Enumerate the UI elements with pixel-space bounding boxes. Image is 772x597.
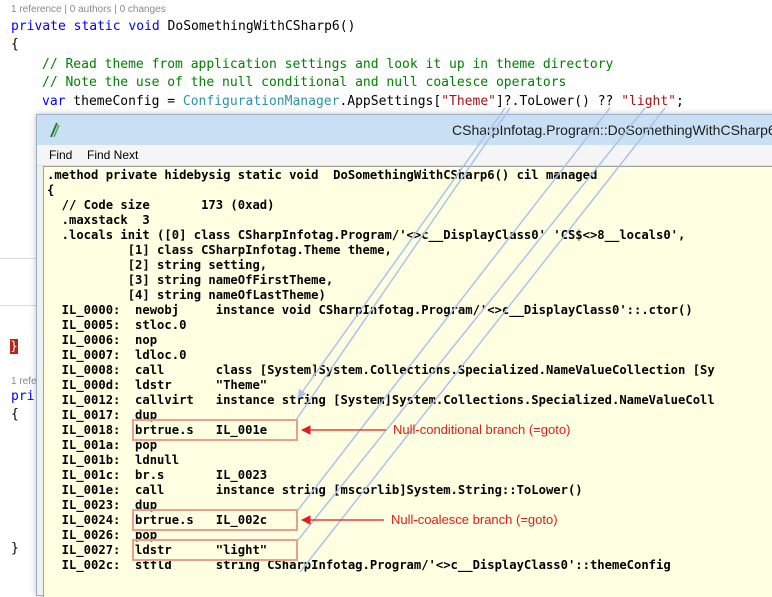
signature-token: static: [73, 19, 121, 34]
var-line-token: ]?.ToLower() ??: [495, 94, 622, 109]
il-code-line: [1] class CSharpInfotag.Theme theme,: [47, 243, 392, 257]
var-theme-config-line: var themeConfig = ConfigurationManager.A…: [42, 93, 684, 111]
method-signature-line: private static void DoSomethingWithCShar…: [11, 18, 355, 36]
il-code-line: IL_0007: ldloc.0: [47, 348, 187, 362]
il-code-pane[interactable]: .method private hidebysig static void Do…: [43, 166, 772, 597]
il-code-line: IL_0000: newobj instance void CSharpInfo…: [47, 303, 693, 317]
signature-token: private: [11, 19, 66, 34]
final-close-brace: }: [11, 541, 19, 556]
ildasm-icon: [50, 122, 60, 138]
signature-token: [66, 19, 74, 34]
menu-bar: Find Find Next: [37, 145, 772, 166]
il-code-line: IL_0008: call class [System]System.Colle…: [47, 363, 715, 377]
var-line-token: themeConfig =: [65, 94, 183, 109]
il-code-line: [4] string nameOfLastTheme): [47, 288, 326, 302]
il-code-line: .method private hidebysig static void Do…: [47, 168, 598, 182]
var-line-token: .AppSettings[: [339, 94, 442, 109]
highlight-ldstr-light: [132, 539, 298, 561]
codelens-references[interactable]: 1 reference | 0 authors | 0 changes: [11, 4, 166, 15]
il-code-line: IL_0005: stloc.0: [47, 318, 187, 332]
highlight-brtrue-001e: [132, 419, 298, 441]
il-code-line: IL_0006: nop: [47, 333, 158, 347]
label-null-conditional: Null-conditional branch (=goto): [393, 422, 571, 437]
menu-find[interactable]: Find: [49, 148, 72, 162]
signature-token: void: [128, 19, 160, 34]
codelens-references-2[interactable]: 1 refe: [11, 376, 39, 387]
signature-token: DoSomethingWithCSharp6(): [159, 19, 356, 34]
var-line-token: ;: [676, 94, 684, 109]
close-brace-highlighted: }: [10, 339, 18, 354]
second-open-brace: {: [11, 407, 19, 422]
menu-find-next[interactable]: Find Next: [87, 148, 138, 162]
var-line-token: "Theme": [441, 94, 496, 109]
il-code-line: {: [47, 183, 55, 197]
var-line-token: ConfigurationManager: [182, 94, 340, 109]
il-code-line: // Code size 173 (0xad): [47, 198, 275, 212]
window-title: CSharpInfotag.Program::DoSomethingWithCS…: [452, 122, 772, 138]
il-code-line: IL_000d: ldstr "Theme": [47, 378, 268, 392]
open-brace: {: [11, 37, 19, 52]
comment-line-2: // Note the use of the null conditional …: [42, 75, 567, 90]
window-titlebar[interactable]: CSharpInfotag.Program::DoSomethingWithCS…: [37, 115, 772, 145]
il-code-line: IL_0012: callvirt instance string [Syste…: [47, 393, 715, 407]
il-code-line: .locals init ([0] class CSharpInfotag.Pr…: [47, 228, 686, 242]
il-code-line: IL_001e: call instance string [mscorlib]…: [47, 483, 583, 497]
var-line-token: var: [42, 94, 66, 109]
comment-line-1: // Read theme from application settings …: [42, 57, 614, 72]
var-line-token: "light": [621, 94, 677, 109]
il-code-line: [2] string setting,: [47, 258, 268, 272]
highlight-brtrue-002c: [132, 509, 298, 531]
il-code-line: IL_001b: ldnull: [47, 453, 180, 467]
second-method-private: pri: [11, 389, 35, 404]
label-null-coalesce: Null-coalesce branch (=goto): [391, 512, 558, 527]
il-code-line: IL_001c: br.s IL_0023: [47, 468, 268, 482]
il-code-line: .maxstack 3: [47, 213, 150, 227]
il-code-line: [3] string nameOfFirstTheme,: [47, 273, 334, 287]
